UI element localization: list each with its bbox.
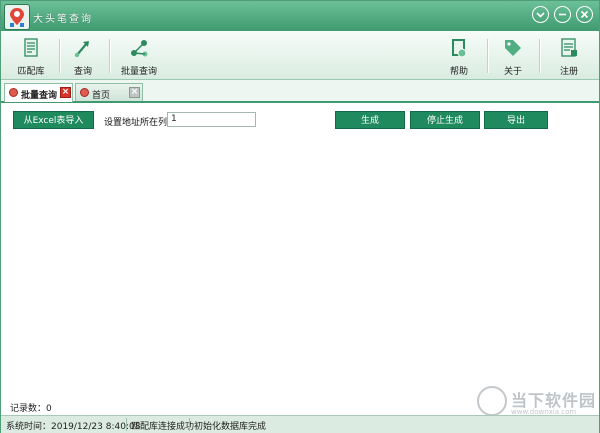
app-window: 大头笔查询 匹配库 查询 批量查询 帮助 关于 注册 批量查询 × 首页 × 从… [0,0,600,433]
tab-home[interactable]: 首页 × [75,83,143,101]
arrow-query-icon [74,41,89,58]
stop-generate-button[interactable]: 停止生成 [410,111,480,129]
import-excel-button[interactable]: 从Excel表导入 [13,111,94,129]
tab-strip: 批量查询 × 首页 × [1,80,599,103]
toolbar-label: 批量查询 [120,67,157,77]
tab-label: 批量查询 [21,91,58,101]
toolbar-divider [109,39,111,73]
address-column-input[interactable]: 1 [167,112,256,127]
close-button[interactable] [576,6,593,23]
toolbar-about-button[interactable]: 关于 [497,33,529,77]
status-divider [189,418,190,431]
help-book-icon [452,39,467,58]
status-db: 匹配库连接成功 [131,422,195,432]
results-area[interactable] [4,133,596,395]
generate-button[interactable]: 生成 [335,111,405,129]
register-icon [561,38,577,57]
toolbar-batch-query-button[interactable]: 批量查询 [115,33,163,77]
main-toolbar: 匹配库 查询 批量查询 帮助 关于 注册 [1,31,599,80]
database-icon [24,38,38,57]
toolbar-divider [487,39,489,73]
toolbar-database-button[interactable]: 匹配库 [9,33,53,77]
toolbar-label: 匹配库 [17,67,45,77]
toolbar-label: 查询 [73,67,92,77]
toolbar-divider [59,39,61,73]
status-init: 初始化数据库完成 [194,422,267,432]
chevron-down-icon [536,12,545,18]
toolbar-query-button[interactable]: 查询 [65,33,101,77]
collapse-button[interactable] [532,6,549,23]
status-time: 系统时间：2019/12/23 8:40:08 [6,422,141,432]
export-button[interactable]: 导出 [484,111,548,129]
minimize-icon [559,13,566,16]
tab-close-icon[interactable]: × [129,87,140,98]
tag-icon [505,40,521,56]
toolbar-divider [539,39,541,73]
tab-close-icon[interactable]: × [60,87,71,98]
tab-batch-query[interactable]: 批量查询 × [4,83,73,102]
title-bar: 大头笔查询 [1,1,599,31]
batch-query-icon [131,40,148,57]
toolbar-label: 关于 [503,67,522,77]
toolbar-register-button[interactable]: 注册 [553,33,585,77]
toolbar-help-button[interactable]: 帮助 [443,33,475,77]
record-count: 记录数：0 [10,404,52,414]
close-icon [580,10,589,19]
address-column-label: 设置地址所在列 [104,118,168,128]
status-divider [126,418,127,431]
map-pin-icon [80,88,89,97]
toolbar-label: 注册 [559,67,578,77]
map-pin-icon [9,88,18,97]
app-logo [4,4,30,30]
status-bar: 系统时间：2019/12/23 8:40:08 匹配库连接成功 初始化数据库完成 [1,415,599,433]
toolbar-label: 帮助 [449,67,468,77]
minimize-button[interactable] [554,6,571,23]
watermark-logo-icon [477,386,507,416]
app-title: 大头笔查询 [33,14,93,25]
tab-label: 首页 [92,91,111,101]
